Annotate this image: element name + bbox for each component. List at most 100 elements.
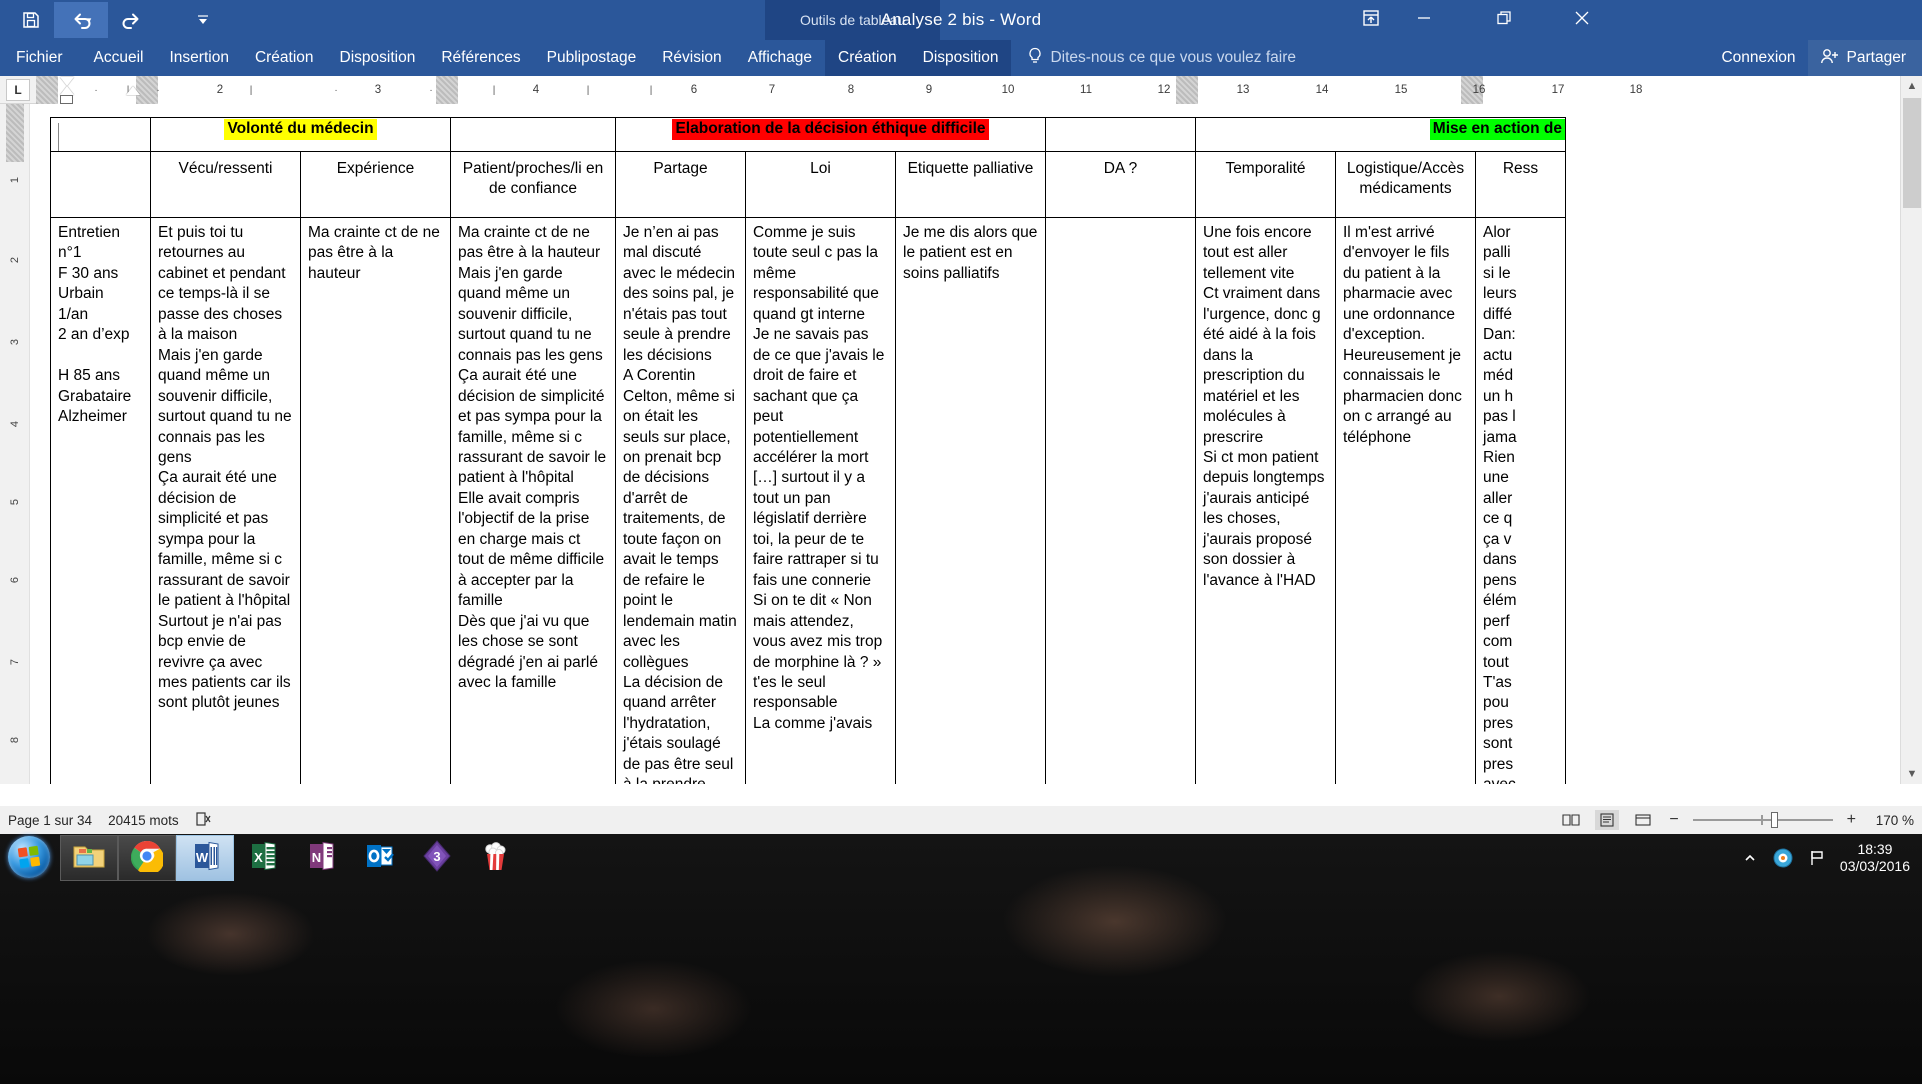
tab-stop-selector-button[interactable]: L bbox=[6, 79, 30, 101]
cell-temporalite[interactable]: Une fois encore tout est aller tellement… bbox=[1196, 218, 1336, 785]
taskbar-item-file-explorer[interactable] bbox=[60, 835, 118, 881]
vertical-scrollbar[interactable]: ▲ ▼ bbox=[1900, 76, 1922, 784]
column-header-partage[interactable]: Partage bbox=[616, 152, 746, 218]
zoom-out-button[interactable]: − bbox=[1667, 811, 1680, 829]
first-line-indent-marker[interactable] bbox=[60, 77, 74, 86]
proofing-errors-icon[interactable] bbox=[195, 811, 213, 830]
column-header-da[interactable]: DA ? bbox=[1046, 152, 1196, 218]
scroll-up-icon[interactable]: ▲ bbox=[1901, 76, 1922, 96]
left-margin-zone[interactable] bbox=[36, 76, 58, 104]
save-button[interactable] bbox=[10, 2, 52, 38]
cell-boundary-marker-2[interactable] bbox=[1176, 76, 1198, 104]
ruler-minor-tick: | bbox=[493, 76, 496, 104]
zoom-slider[interactable] bbox=[1693, 810, 1833, 830]
microsoft-onenote-icon: N bbox=[305, 840, 337, 877]
document-page[interactable]: Volonté du médecin Elaboration de la déc… bbox=[30, 104, 1922, 784]
cell-logistique[interactable]: Il m'est arrivé d'envoyer le fils du pat… bbox=[1336, 218, 1476, 785]
vertical-ruler[interactable]: 1 2 3 4 5 6 7 8 bbox=[0, 104, 30, 784]
cell-da[interactable] bbox=[1046, 218, 1196, 785]
ruler-tick-4: 4 bbox=[533, 76, 539, 104]
column-header-etiquette-palliative[interactable]: Etiquette palliative bbox=[896, 152, 1046, 218]
tab-publipostage[interactable]: Publipostage bbox=[534, 40, 650, 76]
cell-boundary-marker-1[interactable] bbox=[436, 76, 458, 104]
close-button[interactable] bbox=[1558, 0, 1606, 40]
ribbon-display-options-button[interactable] bbox=[1348, 0, 1394, 40]
taskbar-item-google-chrome[interactable] bbox=[118, 835, 176, 881]
column-header-blank[interactable] bbox=[51, 152, 151, 218]
cell-entretien-meta[interactable]: Entretien n°1 F 30 ans Urbain 1/an 2 an … bbox=[51, 218, 151, 785]
action-center-flag-icon[interactable] bbox=[1808, 849, 1826, 867]
tab-disposition[interactable]: Disposition bbox=[327, 40, 429, 76]
vruler-tick-2: 2 bbox=[9, 245, 21, 275]
word-count[interactable]: 20415 mots bbox=[108, 813, 179, 828]
tab-table-disposition[interactable]: Disposition bbox=[910, 40, 1012, 76]
show-hidden-icons-button[interactable] bbox=[1742, 850, 1758, 866]
clock[interactable]: 18:39 03/03/2016 bbox=[1840, 841, 1910, 876]
table-group-header-row: Volonté du médecin Elaboration de la déc… bbox=[51, 118, 1566, 152]
column-header-logistique-acces-medicaments[interactable]: Logistique/Accès médicaments bbox=[1336, 152, 1476, 218]
antivirus-icon[interactable] bbox=[1772, 847, 1794, 869]
sign-in-button[interactable]: Connexion bbox=[1709, 49, 1807, 67]
ruler-tick-17: 17 bbox=[1552, 76, 1565, 104]
taskbar-item-microsoft-outlook[interactable] bbox=[350, 835, 408, 881]
print-layout-button[interactable] bbox=[1595, 810, 1619, 830]
redo-button[interactable] bbox=[110, 2, 152, 38]
google-chrome-icon bbox=[131, 840, 163, 877]
column-header-patient-proches[interactable]: Patient/proches/li en de confiance bbox=[451, 152, 616, 218]
zoom-slider-handle[interactable] bbox=[1771, 812, 1778, 828]
tab-creation[interactable]: Création bbox=[242, 40, 327, 76]
read-mode-button[interactable] bbox=[1559, 810, 1583, 830]
cell-loi[interactable]: Comme je suis toute seul c pas la même r… bbox=[746, 218, 896, 785]
analysis-table[interactable]: Volonté du médecin Elaboration de la déc… bbox=[50, 117, 1566, 784]
web-layout-button[interactable] bbox=[1631, 810, 1655, 830]
right-indent-marker[interactable] bbox=[126, 86, 140, 95]
svg-text:3: 3 bbox=[433, 849, 440, 864]
tab-insertion[interactable]: Insertion bbox=[156, 40, 241, 76]
cell-patient-proches[interactable]: Ma crainte ct de ne pas être à la hauteu… bbox=[451, 218, 616, 785]
tell-me-box[interactable]: Dites-nous ce que vous voulez faire bbox=[1027, 47, 1296, 70]
zoom-level-label[interactable]: 170 % bbox=[1870, 813, 1914, 828]
taskbar-item-microsoft-excel[interactable]: X bbox=[234, 835, 292, 881]
left-indent-marker[interactable] bbox=[60, 95, 73, 104]
vruler-tick-6: 6 bbox=[9, 565, 21, 595]
taskbar-item-microsoft-onenote[interactable]: N bbox=[292, 835, 350, 881]
scroll-down-icon[interactable]: ▼ bbox=[1901, 764, 1922, 784]
taskbar-item-popcorn-time[interactable] bbox=[466, 835, 524, 881]
cell-experience[interactable]: Ma crainte ct de ne pas être à la hauteu… bbox=[301, 218, 451, 785]
document-canvas[interactable]: 1 2 3 4 5 6 7 8 Volonté du médecin bbox=[0, 104, 1922, 784]
column-header-vecu-ressenti[interactable]: Vécu/ressenti bbox=[151, 152, 301, 218]
share-button[interactable]: Partager bbox=[1808, 40, 1922, 76]
tab-accueil[interactable]: Accueil bbox=[81, 40, 157, 76]
hanging-indent-marker[interactable] bbox=[60, 86, 74, 95]
taskbar-item-purple-diamond-app[interactable]: 3 bbox=[408, 835, 466, 881]
group-cell-mise-en-action[interactable]: Mise en action de bbox=[1196, 118, 1566, 152]
zoom-slider-track bbox=[1693, 819, 1833, 821]
horizontal-ruler[interactable]: · | · 2 | 3 · · 4 | | 6 | 7 8 9 10 11 12… bbox=[36, 76, 1900, 104]
taskbar-item-microsoft-word[interactable]: W bbox=[176, 835, 234, 881]
minimize-button[interactable] bbox=[1400, 0, 1448, 40]
zoom-in-button[interactable]: + bbox=[1845, 811, 1858, 829]
tab-table-creation[interactable]: Création bbox=[825, 40, 910, 76]
tab-fichier[interactable]: Fichier bbox=[0, 40, 81, 76]
page-indicator[interactable]: Page 1 sur 34 bbox=[8, 813, 92, 828]
cell-ressources[interactable]: Alor palli si le leurs diffé Dan: actu m… bbox=[1476, 218, 1566, 785]
start-button[interactable] bbox=[2, 835, 56, 879]
vruler-tick-8: 8 bbox=[9, 725, 21, 755]
group-cell-volonte[interactable]: Volonté du médecin bbox=[151, 118, 451, 152]
cell-partage[interactable]: Je n’en ai pas mal discuté avec le médec… bbox=[616, 218, 746, 785]
tab-references[interactable]: Références bbox=[428, 40, 533, 76]
customize-quick-access-button[interactable] bbox=[182, 2, 224, 38]
vertical-scroll-thumb[interactable] bbox=[1903, 98, 1921, 208]
group-cell-elaboration[interactable]: Elaboration de la décision éthique diffi… bbox=[616, 118, 1046, 152]
column-header-temporalite[interactable]: Temporalité bbox=[1196, 152, 1336, 218]
cell-etiquette-palliative[interactable]: Je me dis alors que le patient est en so… bbox=[896, 218, 1046, 785]
undo-dropdown-icon[interactable]: ▾ bbox=[87, 15, 92, 26]
restore-button[interactable] bbox=[1480, 0, 1528, 40]
column-header-loi[interactable]: Loi bbox=[746, 152, 896, 218]
tab-revision[interactable]: Révision bbox=[649, 40, 734, 76]
column-header-experience[interactable]: Expérience bbox=[301, 152, 451, 218]
undo-button[interactable]: ▾ bbox=[54, 2, 108, 38]
tab-affichage[interactable]: Affichage bbox=[735, 40, 825, 76]
column-header-ressources[interactable]: Ress bbox=[1476, 152, 1566, 218]
cell-vecu-ressenti[interactable]: Et puis toi tu retournes au cabinet et p… bbox=[151, 218, 301, 785]
